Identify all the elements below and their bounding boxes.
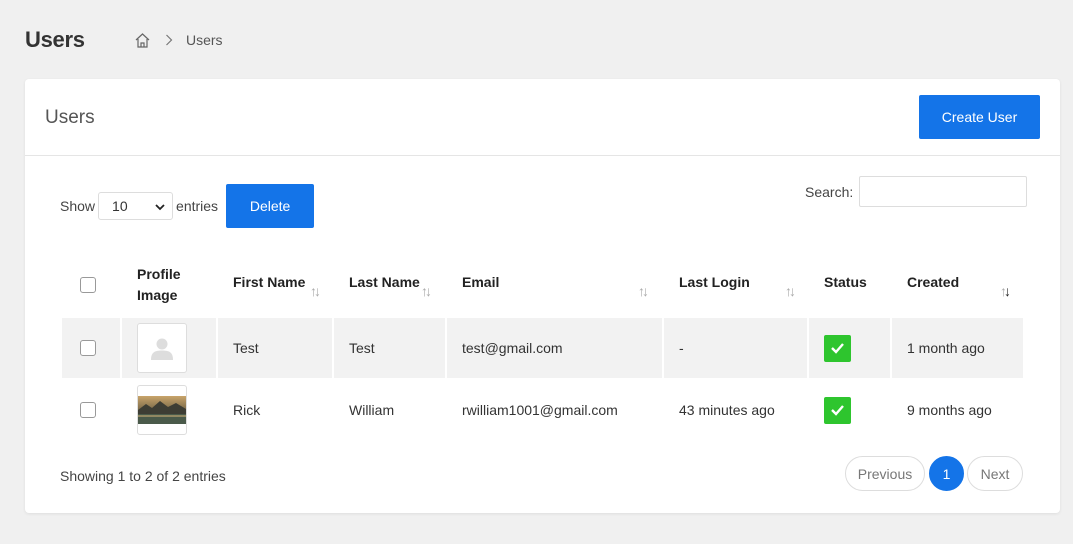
row-checkbox[interactable] — [80, 402, 96, 418]
header-email-label: Email — [462, 273, 500, 290]
profile-image-cell — [137, 380, 187, 440]
first-name-cell: Rick — [233, 402, 261, 418]
select-all-checkbox[interactable] — [80, 277, 96, 293]
page-title: Users — [25, 27, 85, 52]
sort-icon: ↑↓ — [638, 283, 649, 299]
first-name-cell: Test — [233, 340, 259, 356]
header-email[interactable]: Email — [462, 252, 499, 312]
email-cell: rwilliam1001@gmail.com — [462, 402, 618, 418]
avatar — [137, 385, 187, 435]
status-cell — [824, 318, 851, 378]
create-user-button[interactable]: Create User — [919, 95, 1040, 139]
sort-icon: ↑↓ — [785, 283, 796, 299]
last-name-cell: William — [349, 402, 395, 418]
breadcrumb-current: Users — [186, 32, 223, 48]
chevron-right-icon — [165, 34, 173, 46]
search-label: Search: — [805, 183, 854, 200]
page-1-button[interactable]: 1 — [929, 456, 964, 491]
sort-icon: ↑↓ — [310, 283, 321, 299]
previous-button[interactable]: Previous — [845, 456, 925, 491]
header-first-name[interactable]: First Name — [233, 252, 305, 312]
select-all-cell — [80, 255, 96, 315]
status-cell — [824, 380, 851, 440]
chevron-down-icon — [155, 198, 165, 214]
breadcrumb: Users — [134, 30, 223, 50]
email-cell: test@gmail.com — [462, 340, 563, 356]
entries-value: 10 — [112, 198, 128, 214]
landscape-photo — [138, 396, 186, 424]
created-cell: 9 months ago — [907, 402, 992, 418]
header-profile-image-line1: Profile — [137, 266, 181, 282]
home-icon[interactable] — [134, 32, 151, 49]
status-check-icon — [824, 334, 851, 362]
row-select-cell — [80, 318, 96, 378]
page-header: Users — [25, 26, 85, 54]
header-status: Status — [824, 252, 867, 312]
last-login-cell: 43 minutes ago — [679, 402, 775, 418]
entries-control: Show 10 entries Delete — [60, 184, 315, 228]
users-table: Profile Image First Name ↑↓ Last Name ↑↓… — [62, 255, 1023, 435]
row-checkbox[interactable] — [80, 340, 96, 356]
status-check-icon — [824, 396, 851, 424]
created-cell: 1 month ago — [907, 340, 985, 356]
sort-icon: ↑↓ — [421, 283, 432, 299]
table-header: Profile Image First Name ↑↓ Last Name ↑↓… — [62, 255, 1023, 315]
header-profile-image-line2: Image — [137, 287, 178, 303]
header-last-name[interactable]: Last Name — [349, 252, 420, 312]
table-row: Test Test test@gmail.com - 1 month ago — [62, 318, 1023, 378]
header-profile-image: Profile Image — [137, 255, 181, 315]
table-info: Showing 1 to 2 of 2 entries — [60, 468, 226, 484]
user-placeholder-icon — [151, 338, 173, 360]
header-first-name-label: First Name — [233, 273, 306, 290]
card-header: Users Create User — [25, 79, 1060, 156]
entries-select[interactable]: 10 — [98, 192, 174, 220]
next-button[interactable]: Next — [967, 456, 1023, 491]
header-created-label: Created — [907, 273, 960, 290]
sort-icon-active: ↑↓ — [1000, 283, 1011, 299]
header-last-login[interactable]: Last Login — [679, 252, 750, 312]
card-title: Users — [45, 107, 95, 128]
row-select-cell — [80, 380, 96, 440]
entries-label: entries — [176, 198, 219, 214]
header-status-label: Status — [824, 273, 867, 290]
last-login-cell: - — [679, 340, 684, 356]
show-label: Show — [60, 198, 96, 214]
profile-image-cell — [137, 318, 187, 378]
header-last-name-label: Last Name — [349, 273, 420, 290]
delete-button[interactable]: Delete — [226, 184, 315, 228]
table-row: Rick William rwilliam1001@gmail.com 43 m… — [62, 380, 1023, 440]
avatar — [137, 323, 187, 373]
last-name-cell: Test — [349, 340, 375, 356]
header-last-login-label: Last Login — [679, 273, 750, 290]
users-card: Users Create User Show 10 entries Delete… — [25, 79, 1060, 513]
search-control: Search: — [805, 176, 1028, 207]
header-created[interactable]: Created — [907, 252, 959, 312]
search-input[interactable] — [859, 176, 1028, 207]
